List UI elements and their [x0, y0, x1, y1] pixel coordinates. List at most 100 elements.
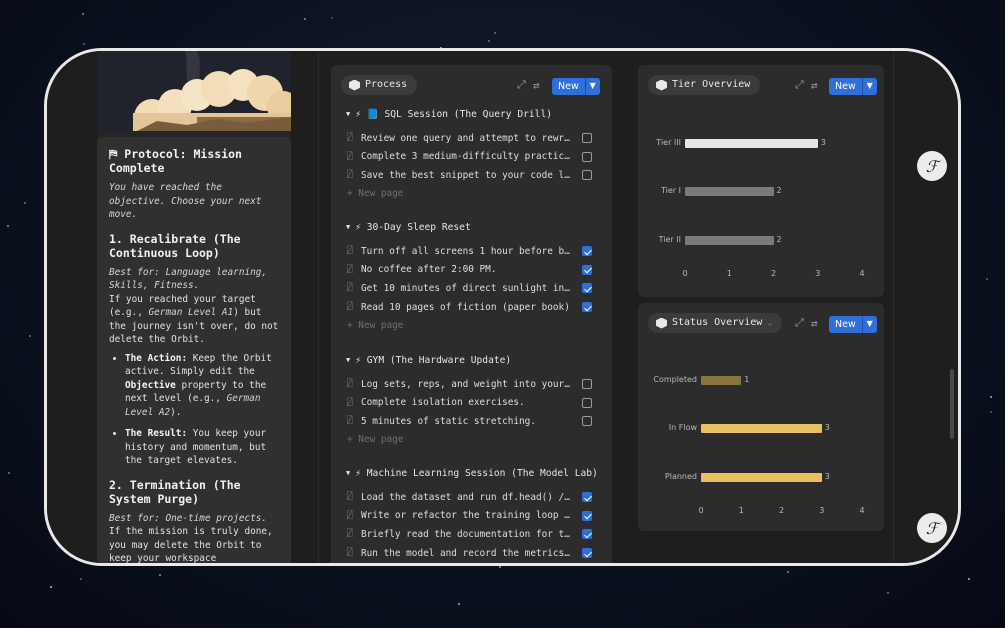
task-title[interactable]: Save the best snippet to your code libra… [361, 170, 582, 181]
task-row[interactable]: ⍁ Complete isolation exercises. [347, 396, 592, 410]
collapse-triangle-icon[interactable]: ▼ [346, 356, 350, 364]
collapse-triangle-icon[interactable]: ▼ [346, 110, 350, 118]
task-title[interactable]: Get 10 minutes of direct sunlight in the… [361, 283, 582, 294]
star [787, 570, 790, 573]
status-overview-panel: Status Overview ⌄ ⤢ ⇄ New ▼ Completed 1 In… [638, 303, 884, 531]
chevron-down-icon[interactable]: ▼ [861, 78, 877, 95]
task-title[interactable]: Review one query and attempt to rewrite … [361, 133, 582, 144]
task-title[interactable]: Complete isolation exercises. [361, 397, 582, 408]
new-page-button[interactable]: + New page [347, 320, 403, 331]
task-row[interactable]: ⍁ Write or refactor the training loop cod… [347, 509, 592, 523]
new-button[interactable]: New ▼ [829, 78, 877, 95]
task-row[interactable]: ⍁ Read 10 pages of fiction (paper book) [347, 300, 592, 314]
filter-settings-icon[interactable]: ⇄ [811, 79, 818, 92]
task-checkbox[interactable] [582, 416, 592, 427]
filter-settings-icon[interactable]: ⇄ [811, 317, 818, 330]
task-checkbox[interactable] [582, 170, 592, 181]
task-row[interactable]: ⍁ Briefly read the documentation for the … [347, 527, 592, 541]
process-view: Process ⤢ ⇄ New ▼ ▼ ⚡ 📘 SQL Session (The … [331, 65, 612, 563]
task-checkbox[interactable] [582, 492, 592, 502]
bar[interactable] [701, 473, 822, 482]
task-title[interactable]: Turn off all screens 1 hour before bed [361, 246, 582, 257]
task-row[interactable]: ⍁ Get 10 minutes of direct sunlight in th… [347, 281, 592, 295]
task-checkbox[interactable] [582, 133, 592, 143]
task-checkbox[interactable] [582, 529, 592, 540]
task-title[interactable]: Load the dataset and run df.head() / df.… [361, 492, 582, 503]
task-checkbox[interactable] [582, 302, 592, 313]
task-row[interactable]: ⍁ Review one query and attempt to rewrite… [347, 131, 592, 145]
group-header[interactable]: ▼ ⚡ GYM (The Hardware Update) [346, 353, 511, 367]
axis-tick-label: 4 [859, 506, 865, 515]
star [28, 334, 31, 337]
user-avatar[interactable]: ℱ [917, 513, 947, 543]
task-title[interactable]: No coffee after 2:00 PM. [361, 264, 582, 275]
bar-category-label: Tier I [661, 186, 681, 195]
expand-icon[interactable]: ⤢ [795, 316, 804, 330]
axis-tick-label: 0 [698, 506, 704, 515]
task-row[interactable]: ⍁ Run the model and record the metrics in… [347, 546, 592, 560]
collapse-triangle-icon[interactable]: ▼ [346, 469, 350, 477]
task-checkbox[interactable] [582, 397, 592, 408]
task-checkbox[interactable] [582, 510, 592, 521]
bar[interactable] [685, 187, 774, 196]
new-button[interactable]: New ▼ [552, 78, 600, 95]
task-title[interactable]: Write or refactor the training loop code [361, 510, 582, 521]
chevron-down-icon[interactable]: ▼ [861, 316, 877, 333]
bar[interactable] [701, 376, 742, 385]
star [494, 32, 497, 35]
task-title[interactable]: 5 minutes of static stretching. [361, 416, 582, 427]
expand-icon[interactable]: ⤢ [795, 78, 804, 92]
bar-value-label: 3 [820, 138, 826, 147]
task-row[interactable]: ⍁ Turn off all screens 1 hour before bed [347, 244, 592, 258]
task-row[interactable]: ⍁ Complete 3 medium-difficulty practice p… [347, 150, 592, 164]
chevron-down-icon[interactable]: ⌄ [767, 313, 772, 333]
task-row[interactable]: ⍁ Load the dataset and run df.head() / df… [347, 490, 592, 504]
task-row[interactable]: ⍁ 5 minutes of static stretching. [347, 414, 592, 428]
task-checkbox[interactable] [582, 379, 592, 389]
page-icon: ⍁ [347, 510, 353, 521]
user-avatar[interactable]: ℱ [917, 151, 947, 181]
view-tab-status-overview[interactable]: Status Overview ⌄ [648, 313, 783, 333]
cover-image [97, 51, 291, 131]
new-button[interactable]: New ▼ [829, 316, 877, 333]
bar[interactable] [685, 139, 818, 148]
section-body: If the mission is truly done, you may de… [109, 526, 273, 564]
view-tab-process[interactable]: Process [341, 75, 418, 95]
task-row[interactable]: ⍁ Save the best snippet to your code libr… [347, 168, 592, 182]
axis-tick-label: 2 [770, 269, 777, 278]
task-title[interactable]: Read 10 pages of fiction (paper book) [361, 302, 582, 313]
group-header[interactable]: ▼ ⚡ Machine Learning Session (The Model L… [346, 466, 598, 480]
group-header[interactable]: ▼ ⚡ 📘 SQL Session (The Query Drill) [346, 107, 552, 121]
bar[interactable] [685, 236, 774, 245]
task-checkbox[interactable] [582, 151, 592, 162]
new-page-button[interactable]: + New page [347, 188, 403, 199]
task-checkbox[interactable] [582, 548, 592, 559]
task-title[interactable]: Run the model and record the metrics in … [361, 548, 582, 559]
scrollbar[interactable] [950, 369, 954, 439]
task-row[interactable]: ⍁ Log sets, reps, and weight into your tr… [347, 377, 592, 391]
view-tab-tier-overview[interactable]: Tier Overview [648, 75, 761, 95]
task-row[interactable]: ⍁ No coffee after 2:00 PM. [347, 263, 592, 277]
star [79, 577, 82, 580]
chevron-down-icon[interactable]: ▼ [584, 78, 600, 95]
bar[interactable] [701, 424, 822, 433]
best-for-note: Best for: One-time projects. [109, 512, 268, 524]
collapse-triangle-icon[interactable]: ▼ [346, 223, 350, 231]
axis-tick-label: 1 [738, 506, 744, 515]
page-column: ⛿ Protocol: Mission Complete You have re… [97, 51, 291, 564]
new-page-button[interactable]: + New page [347, 434, 403, 445]
task-checkbox[interactable] [582, 246, 592, 256]
task-checkbox[interactable] [582, 264, 592, 275]
task-title[interactable]: Complete 3 medium-difficulty practice pr… [361, 151, 582, 162]
app-screen: ⛿ Protocol: Mission Complete You have re… [47, 51, 958, 563]
filter-settings-icon[interactable]: ⇄ [533, 79, 540, 92]
expand-icon[interactable]: ⤢ [517, 78, 526, 92]
task-title[interactable]: Log sets, reps, and weight into your tra… [361, 379, 582, 390]
database-icon [349, 79, 360, 91]
task-title[interactable]: Briefly read the documentation for the l… [361, 529, 582, 540]
page-icon: ⍁ [347, 133, 353, 143]
star [304, 18, 307, 21]
new-page-label: New page [358, 319, 404, 331]
task-checkbox[interactable] [582, 283, 592, 294]
group-header[interactable]: ▼ ⚡ 30-Day Sleep Reset [346, 220, 471, 234]
